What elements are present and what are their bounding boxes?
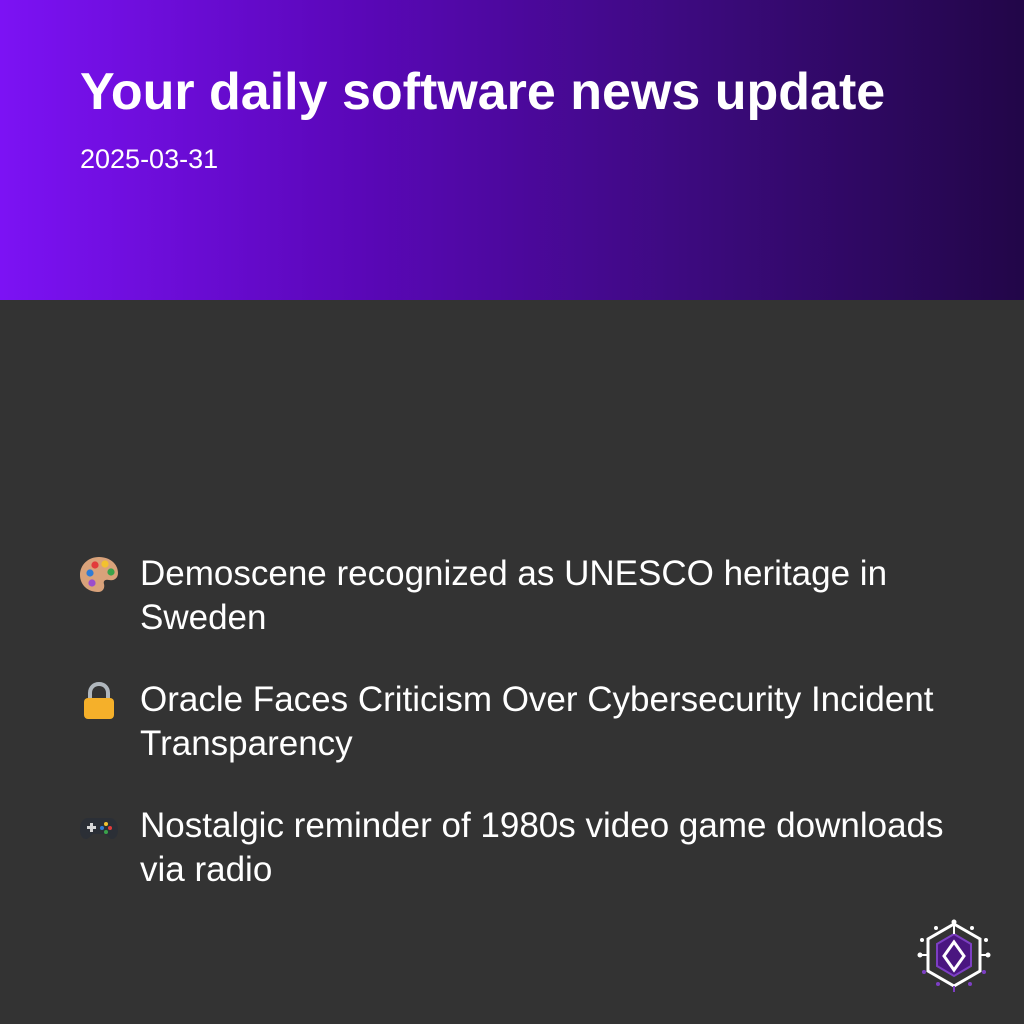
circuit-hexagon-logo-icon bbox=[916, 918, 992, 994]
news-list: Demoscene recognized as UNESCO heritage … bbox=[78, 552, 958, 930]
game-controller-icon bbox=[78, 806, 120, 848]
page-title: Your daily software news update bbox=[80, 63, 886, 121]
news-text: Demoscene recognized as UNESCO heritage … bbox=[140, 554, 888, 637]
news-item: Nostalgic reminder of 1980s video game d… bbox=[78, 804, 958, 892]
news-item: Demoscene recognized as UNESCO heritage … bbox=[78, 552, 958, 640]
date-label: 2025-03-31 bbox=[80, 144, 219, 174]
artist-palette-icon bbox=[78, 554, 120, 596]
news-card: Your daily software news update 2025-03-… bbox=[0, 0, 1024, 1024]
news-item: Oracle Faces Criticism Over Cybersecurit… bbox=[78, 678, 958, 766]
header-banner: Your daily software news update 2025-03-… bbox=[0, 0, 1024, 300]
lock-icon bbox=[78, 680, 120, 722]
news-text: Nostalgic reminder of 1980s video game d… bbox=[140, 806, 944, 889]
news-text: Oracle Faces Criticism Over Cybersecurit… bbox=[140, 680, 934, 763]
